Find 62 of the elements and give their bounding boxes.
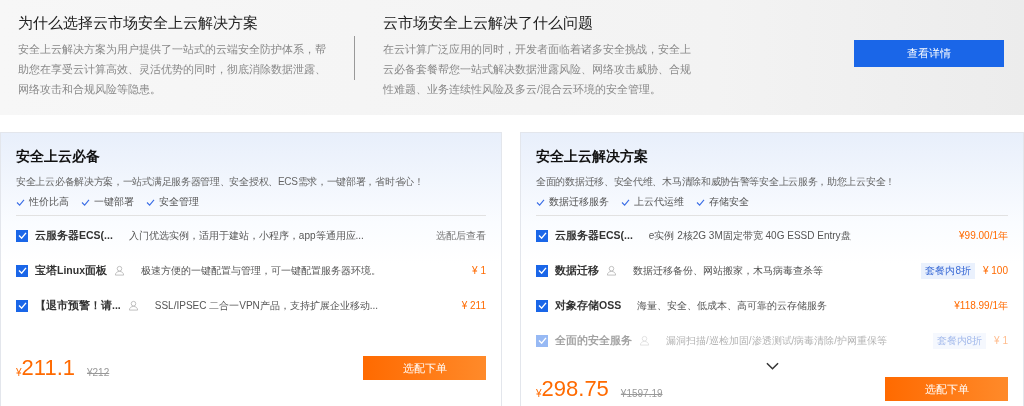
product-description: 入门优选实例，适用于建站，小程序，app等通用应... xyxy=(128,228,364,243)
feature-label: 存储安全 xyxy=(709,195,749,209)
person-icon xyxy=(114,265,125,276)
card-title: 安全上云解决方案 xyxy=(536,148,649,166)
check-icon xyxy=(16,198,25,206)
discount-badge: 套餐内8折 xyxy=(921,262,975,279)
checkbox[interactable] xyxy=(536,299,548,312)
total-price: 298.75 xyxy=(541,376,609,402)
product-price: ¥ 1 xyxy=(994,335,1008,346)
card-title: 安全上云必备 xyxy=(16,148,101,166)
product-description: SSL/IPSEC 二合一VPN产品，支持扩展企业移动... xyxy=(154,298,379,313)
person-icon xyxy=(606,265,617,276)
checkbox[interactable] xyxy=(16,229,28,242)
product-description: 极速方便的一键配置与管理，可一键配置服务器环境。 xyxy=(141,263,381,278)
checkbox[interactable] xyxy=(16,299,28,312)
currency-symbol: ¥ xyxy=(16,367,22,378)
original-price: ¥212 xyxy=(87,367,110,378)
check-icon xyxy=(696,198,705,206)
product-price: 选配后查看 xyxy=(436,228,486,243)
feature-label: 上云代运维 xyxy=(634,195,684,209)
product-name: 数据迁移 xyxy=(555,263,599,278)
check-icon xyxy=(81,198,90,206)
product-price: ¥99.00/1年 xyxy=(959,228,1008,243)
person-icon xyxy=(127,300,139,311)
check-icon xyxy=(536,198,545,206)
product-name: 云服务器ECS(... xyxy=(35,228,113,243)
order-button[interactable]: 选配下单 xyxy=(363,356,486,380)
currency-symbol: ¥ xyxy=(536,388,542,399)
check-icon xyxy=(146,198,155,206)
card-description: 安全上云必备解决方案，一站式满足服务器管理、安全授权、ECS需求，一键部署，省时省心！ xyxy=(16,175,425,189)
feature-label: 性价比高 xyxy=(29,195,69,209)
section-title: 为什么选择云市场安全上云解决方案 xyxy=(18,14,259,33)
product-price: ¥ 100 xyxy=(982,265,1008,276)
feature-label: 数据迁移服务 xyxy=(549,195,609,209)
product-name: 宝塔Linux面板 xyxy=(35,263,107,278)
product-price: ¥118.99/1年 xyxy=(954,298,1008,313)
section-text: 在云计算广泛应用的同时，开发者面临着诸多安全挑战，安全上云必备套餐帮您一站式解决数据泄露风险、网络攻击威胁、合规性难题、业务连续性风险及多云/混合云环境的安全管理。 xyxy=(383,42,692,97)
product-description: 海量、安全、低成本、高可靠的云存储服务 xyxy=(637,298,828,313)
section-text: 安全上云解决方案为用户提供了一站式的云端安全防护体系，帮助您在享受云计算高效、灵活优势的同时，彻底消除数据泄露、网络攻击和合规风险等隐患。 xyxy=(18,42,327,97)
product-price: ¥ 1 xyxy=(472,265,486,276)
discount-badge: 套餐内8折 xyxy=(932,332,987,349)
product-name: 云服务器ECS(... xyxy=(555,228,633,243)
section-title: 云市场安全上云解决了什么问题 xyxy=(383,14,594,33)
product-description: 数据迁移备份、网站搬家，木马病毒查杀等 xyxy=(633,263,823,278)
product-name: 【退市预警！请... xyxy=(35,298,121,313)
product-price: ¥ 211 xyxy=(461,300,486,311)
chevron-down-icon[interactable] xyxy=(765,362,779,370)
checkbox[interactable] xyxy=(536,264,548,277)
checkbox[interactable] xyxy=(536,229,548,242)
original-price: ¥1597.19 xyxy=(620,388,663,399)
view-details-button[interactable]: 查看详情 xyxy=(854,40,1004,67)
feature-label: 一键部署 xyxy=(94,195,134,209)
product-name: 全面的安全服务 xyxy=(555,333,632,348)
checkbox[interactable] xyxy=(16,264,28,277)
check-icon xyxy=(621,198,630,206)
card-description: 全面的数据迁移、安全代维、木马清除和威胁告警等安全上云服务，助您上云安全！ xyxy=(536,175,896,189)
person-icon xyxy=(639,335,650,346)
feature-label: 安全管理 xyxy=(159,195,199,209)
product-name: 对象存储OSS xyxy=(555,298,622,313)
total-price: 211.1 xyxy=(21,355,75,381)
order-button[interactable]: 选配下单 xyxy=(885,377,1008,401)
product-description: e实例 2核2G 3M固定带宽 40G ESSD Entry盘 xyxy=(648,228,851,243)
